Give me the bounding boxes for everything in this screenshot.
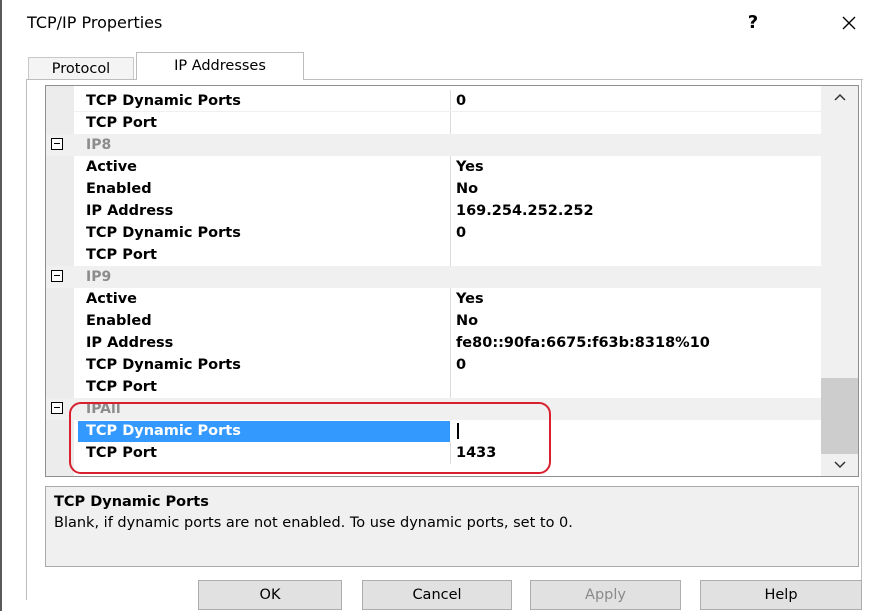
property-value: 169.254.252.252: [456, 203, 594, 219]
group-row-ip8[interactable]: IP8: [46, 134, 821, 156]
property-name: IP Address: [86, 203, 174, 219]
scroll-up-icon[interactable]: [821, 86, 858, 108]
property-row[interactable]: IP Address 169.254.252.252: [46, 200, 821, 222]
group-name: IP8: [86, 137, 112, 153]
column-divider: [450, 90, 451, 112]
property-row-selected[interactable]: TCP Dynamic Ports: [46, 420, 821, 442]
property-row[interactable]: Active Yes: [46, 288, 821, 310]
window-title: TCP/IP Properties: [27, 13, 163, 32]
property-value: No: [456, 313, 479, 329]
collapse-icon[interactable]: [51, 402, 63, 414]
ok-button[interactable]: OK: [198, 580, 342, 610]
property-name: Enabled: [86, 181, 152, 197]
property-value: fe80::90fa:6675:f63b:8318%10: [456, 335, 710, 351]
close-icon[interactable]: [834, 8, 864, 38]
group-name: IP9: [86, 269, 112, 285]
property-name: Enabled: [86, 313, 152, 329]
scroll-down-icon[interactable]: [821, 454, 858, 476]
help-button[interactable]: Help: [700, 580, 862, 610]
column-divider: [450, 244, 451, 266]
text-caret: [457, 423, 459, 439]
property-name: IP Address: [86, 335, 174, 351]
property-name: Active: [86, 159, 138, 175]
property-value: 1433: [456, 445, 497, 461]
chevron-up-icon: [833, 93, 846, 101]
column-divider: [450, 200, 451, 222]
property-row[interactable]: TCP Port: [46, 244, 821, 266]
property-value: 0: [456, 225, 467, 241]
vertical-scrollbar[interactable]: [821, 86, 858, 476]
property-value: 0: [456, 93, 467, 109]
property-name: TCP Dynamic Ports: [86, 357, 241, 373]
property-name: TCP Dynamic Ports: [86, 93, 241, 109]
property-row[interactable]: TCP Port: [46, 376, 821, 398]
column-divider: [450, 288, 451, 310]
chevron-down-icon: [833, 461, 846, 469]
column-divider: [450, 332, 451, 354]
column-divider: [450, 156, 451, 178]
property-row[interactable]: Active Yes: [46, 156, 821, 178]
tab-ip-addresses[interactable]: IP Addresses: [136, 52, 304, 80]
collapse-icon[interactable]: [51, 270, 63, 282]
property-name: TCP Port: [86, 115, 157, 131]
property-value: Yes: [456, 291, 484, 307]
property-value: Yes: [456, 159, 484, 175]
property-value: No: [456, 181, 479, 197]
property-name: TCP Port: [86, 247, 157, 263]
apply-button[interactable]: Apply: [530, 580, 681, 610]
close-x-glyph: [842, 16, 856, 30]
description-panel: TCP Dynamic Ports Blank, if dynamic port…: [45, 486, 859, 567]
property-name: Active: [86, 291, 138, 307]
property-row[interactable]: TCP Dynamic Ports 0: [46, 222, 821, 244]
column-divider: [450, 442, 451, 464]
tab-protocol[interactable]: Protocol: [28, 57, 134, 79]
property-name: TCP Dynamic Ports: [86, 225, 241, 241]
column-divider: [450, 222, 451, 244]
column-divider: [450, 178, 451, 200]
column-divider: [450, 112, 451, 134]
property-row[interactable]: TCP Port: [46, 112, 821, 134]
collapse-icon[interactable]: [51, 138, 63, 150]
column-divider: [450, 354, 451, 376]
window-left-edge: [0, 0, 2, 611]
property-row[interactable]: TCP Dynamic Ports 0: [46, 354, 821, 376]
column-divider: [450, 376, 451, 398]
property-row[interactable]: Enabled No: [46, 178, 821, 200]
column-divider: [450, 310, 451, 332]
help-icon[interactable]: ?: [738, 8, 768, 38]
cancel-button[interactable]: Cancel: [362, 580, 512, 610]
property-row[interactable]: TCP Dynamic Ports 0: [46, 90, 821, 112]
description-text: Blank, if dynamic ports are not enabled.…: [54, 515, 573, 531]
property-name: TCP Port: [86, 445, 157, 461]
group-name: IPAll: [86, 401, 121, 417]
description-title: TCP Dynamic Ports: [54, 494, 209, 510]
scroll-thumb[interactable]: [821, 378, 858, 454]
property-row[interactable]: Enabled No: [46, 310, 821, 332]
property-value: 0: [456, 357, 467, 373]
property-row[interactable]: IP Address fe80::90fa:6675:f63b:8318%10: [46, 332, 821, 354]
group-row-ip9[interactable]: IP9: [46, 266, 821, 288]
group-row-ipall[interactable]: IPAll: [46, 398, 821, 420]
property-name: TCP Port: [86, 379, 157, 395]
property-grid: TCP Dynamic Ports 0 TCP Port IP8 Active …: [45, 85, 859, 477]
property-row[interactable]: TCP Port 1433: [46, 442, 821, 464]
property-name: TCP Dynamic Ports: [86, 423, 241, 439]
